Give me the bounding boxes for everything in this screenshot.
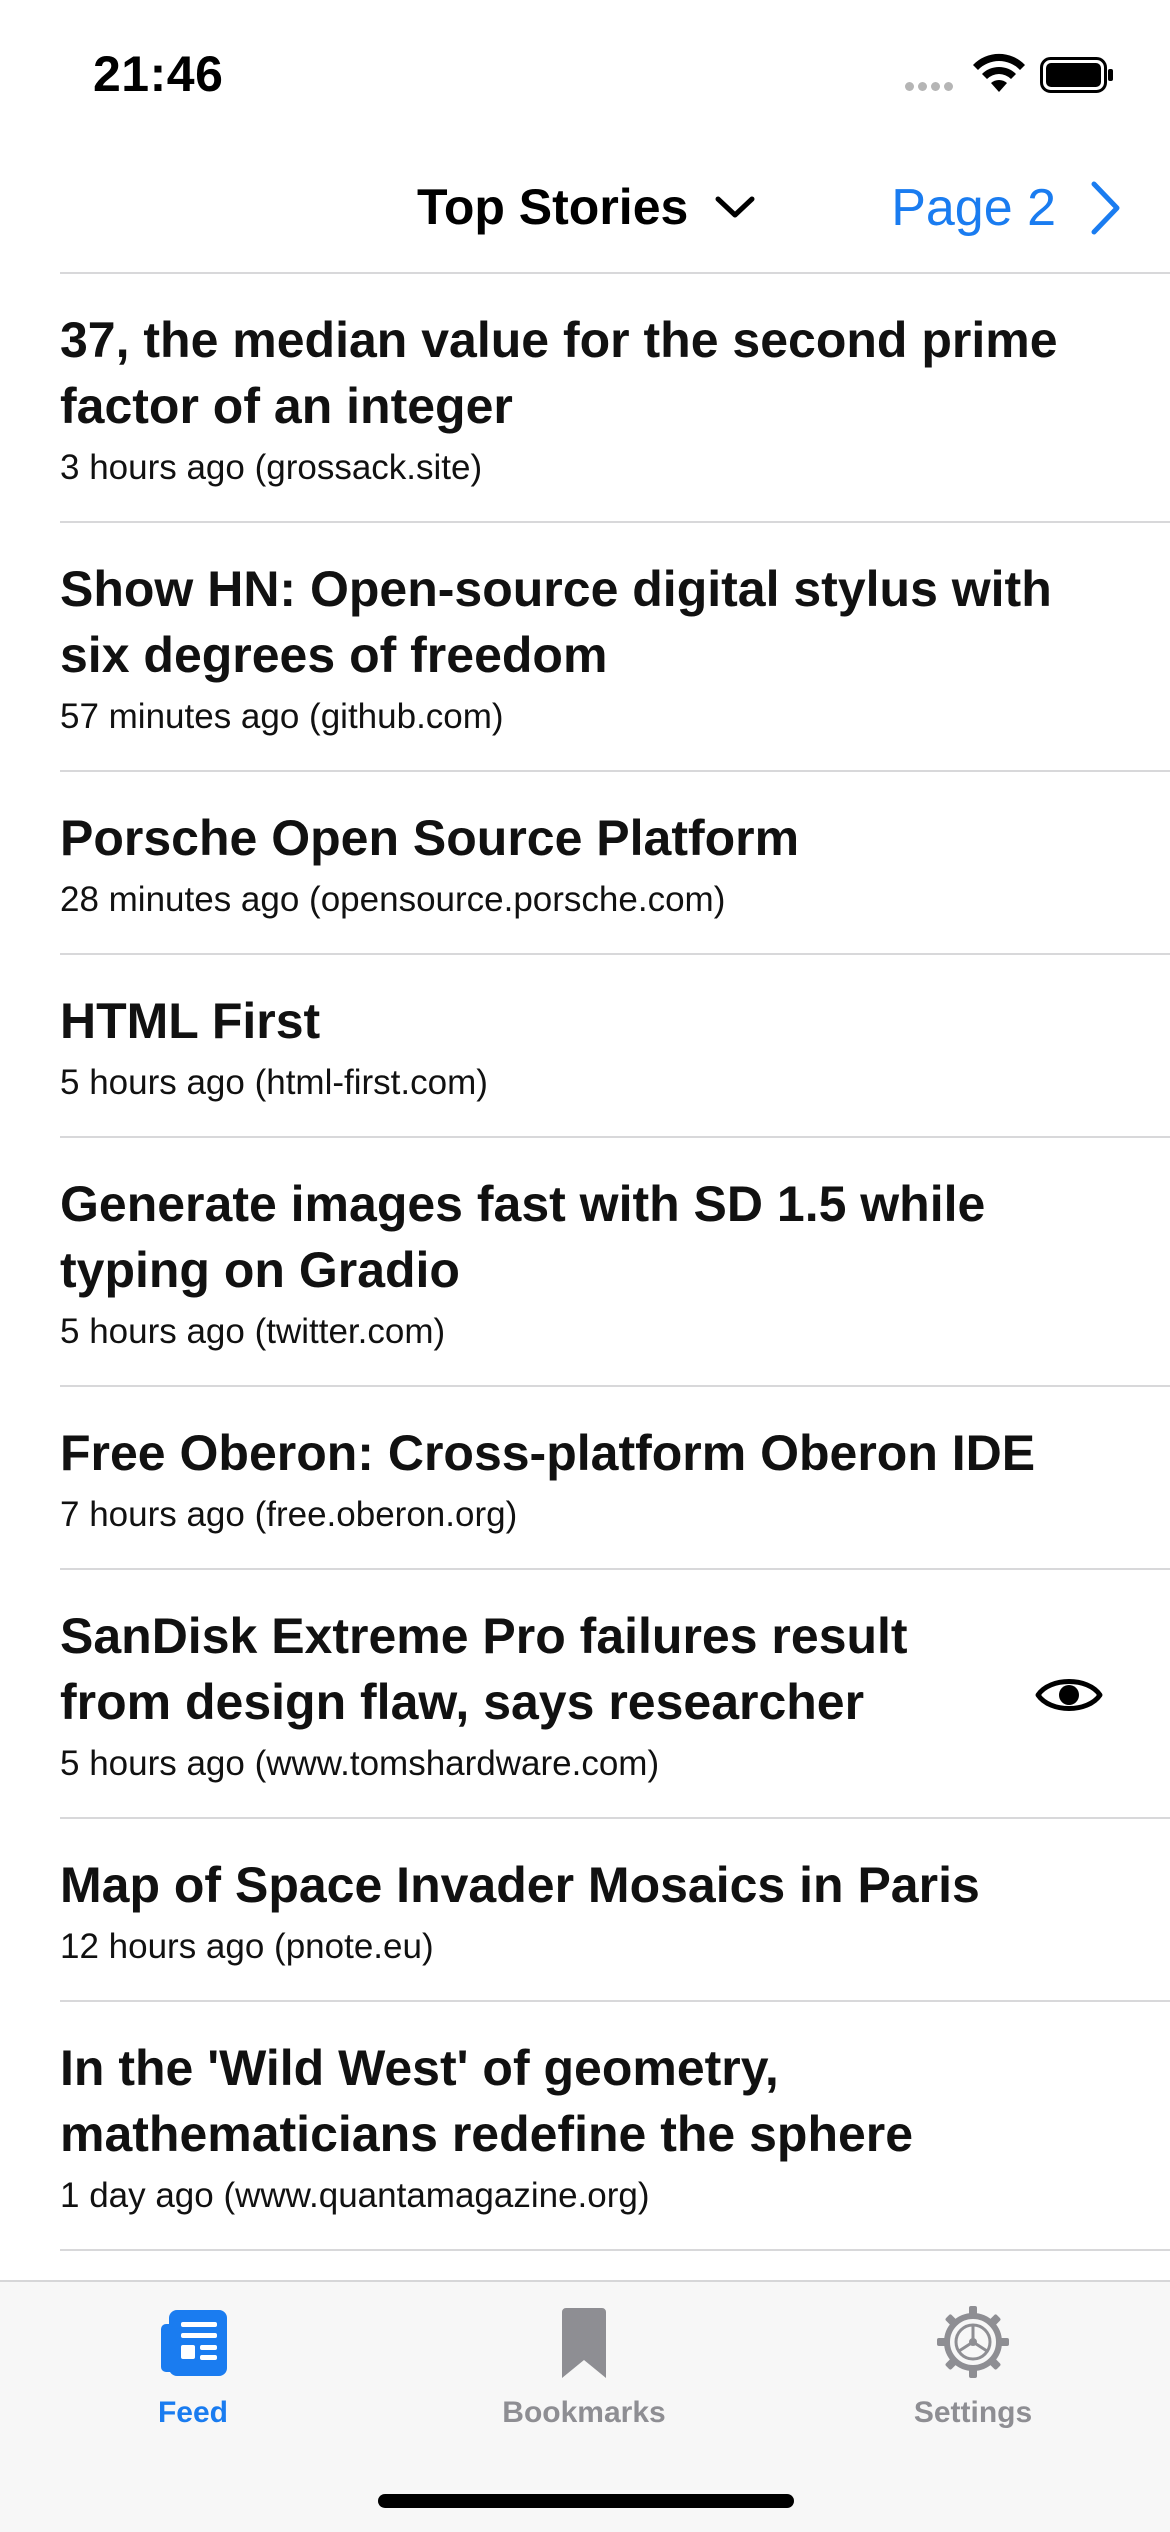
story-title: SanDisk Extreme Pro failures result from… (60, 1608, 908, 1730)
tab-feed[interactable]: Feed (73, 2302, 313, 2430)
story-meta: 7 hours ago (free.oberon.org) (60, 1495, 518, 1534)
story-row[interactable]: Map of Space Invader Mosaics in Paris 12… (0, 1819, 1170, 2002)
story-row[interactable]: Show HN: Open-source digital stylus with… (0, 523, 1170, 772)
tab-label: Settings (913, 2396, 1033, 2429)
story-title: Generate images fast with SD 1.5 while t… (60, 1176, 986, 1298)
story-title: Porsche Open Source Platform (60, 810, 800, 866)
story-row[interactable]: Free Oberon: Cross-platform Oberon IDE 7… (0, 1387, 1170, 1570)
next-page-button[interactable]: Page 2 (891, 178, 1122, 238)
gear-icon (937, 2306, 1009, 2378)
battery-icon (1040, 57, 1113, 93)
status-bar: 21:46 (0, 0, 1170, 150)
tab-settings[interactable]: Settings (853, 2302, 1093, 2430)
story-row[interactable]: In the 'Wild West' of geometry, mathemat… (0, 2002, 1170, 2251)
eye-icon[interactable] (1034, 1672, 1104, 1718)
story-row[interactable]: Porsche Open Source Platform 28 minutes … (0, 772, 1170, 955)
tab-bookmarks[interactable]: Bookmarks (464, 2302, 704, 2430)
story-meta: 1 day ago (www.quantamagazine.org) (60, 2176, 650, 2215)
feed-title: Top Stories (417, 179, 689, 235)
story-title: HTML First (60, 993, 321, 1049)
cellular-signal-icon (905, 78, 957, 96)
chevron-down-icon (715, 196, 755, 218)
app-screen: 21:46 Top Stories Page 2 37, the median … (0, 0, 1170, 2532)
story-title: 37, the median value for the second prim… (60, 312, 1058, 434)
story-title: In the 'Wild West' of geometry, mathemat… (60, 2040, 914, 2162)
story-title: Map of Space Invader Mosaics in Paris (60, 1857, 980, 1913)
wifi-icon (973, 53, 1025, 92)
story-row[interactable]: SanDisk Extreme Pro failures result from… (0, 1570, 1170, 1819)
story-row[interactable]: 37, the median value for the second prim… (0, 274, 1170, 523)
story-title: Show HN: Open-source digital stylus with… (60, 561, 1052, 683)
story-list: 37, the median value for the second prim… (0, 274, 1170, 2251)
home-indicator (378, 2494, 794, 2508)
story-meta: 3 hours ago (grossack.site) (60, 448, 483, 487)
story-row[interactable]: HTML First 5 hours ago (html-first.com) (0, 955, 1170, 1138)
story-meta: 28 minutes ago (opensource.porsche.com) (60, 880, 726, 919)
bookmark-icon (562, 2308, 606, 2378)
tab-bar: Feed Bookmarks Settings (0, 2280, 1170, 2532)
newspaper-icon (161, 2310, 227, 2376)
chevron-right-icon (1091, 181, 1120, 235)
page-label: Page 2 (891, 179, 1056, 237)
story-meta: 57 minutes ago (github.com) (60, 697, 504, 736)
story-meta: 12 hours ago (pnote.eu) (60, 1927, 434, 1966)
nav-header: Top Stories Page 2 (0, 160, 1170, 274)
story-title: Free Oberon: Cross-platform Oberon IDE (60, 1425, 1036, 1481)
feed-selector[interactable]: Top Stories (417, 178, 756, 236)
story-meta: 5 hours ago (twitter.com) (60, 1312, 446, 1351)
status-time: 21:46 (93, 46, 224, 102)
story-meta: 5 hours ago (html-first.com) (60, 1063, 488, 1102)
story-meta: 5 hours ago (www.tomshardware.com) (60, 1744, 660, 1783)
tab-label: Feed (157, 2396, 229, 2429)
tab-label: Bookmarks (502, 2396, 666, 2429)
story-row[interactable]: Generate images fast with SD 1.5 while t… (0, 1138, 1170, 1387)
